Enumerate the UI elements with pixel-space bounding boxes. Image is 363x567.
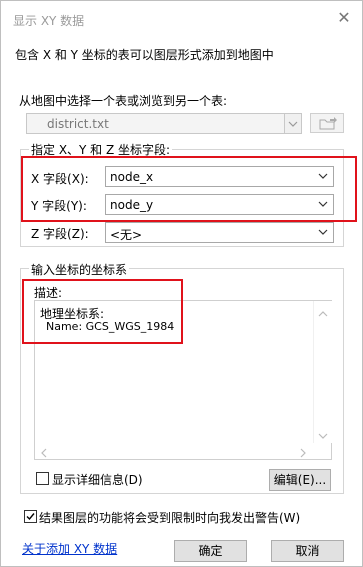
z-field-select[interactable]: <无> [105,222,334,243]
crs-group-title: 输入坐标的坐标系 [29,261,130,278]
table-section-label: 从地图中选择一个表或浏览到另一个表: [19,94,228,108]
open-folder-icon [318,116,338,134]
chevron-left-icon[interactable] [40,447,48,461]
z-field-label: Z 字段(Z): [31,227,89,241]
warning-checkbox[interactable] [24,510,37,523]
table-select[interactable]: district.txt [26,113,302,134]
z-field-value: <无> [110,228,143,242]
highlight-box-xy-fields [21,156,357,222]
add-xy-data-dialog: 显示 XY 数据 ✕ 包含 X 和 Y 坐标的表可以图层形式添加到地图中 从地图… [0,0,363,567]
highlight-box-description [22,279,183,344]
intro-text: 包含 X 和 Y 坐标的表可以图层形式添加到地图中 [15,48,274,62]
about-add-xy-link[interactable]: 关于添加 XY 数据 [22,540,117,557]
vertical-scrollbar[interactable] [313,301,332,443]
close-icon[interactable]: ✕ [336,10,352,26]
table-select-value: district.txt [47,117,109,131]
ok-button[interactable]: 确定 [174,540,247,562]
show-details-checkbox[interactable] [36,472,49,485]
chevron-up-icon[interactable] [318,307,328,321]
checkmark-icon [25,511,36,525]
window-title: 显示 XY 数据 [13,14,85,28]
show-details-label: 显示详细信息(D) [52,473,143,487]
chevron-down-icon [317,226,329,238]
warning-label: 结果图层的功能将会受到限制时向我发出警告(W) [39,511,301,525]
chevron-right-icon[interactable] [299,447,307,461]
chevron-down-icon [284,114,301,133]
edit-button[interactable]: 编辑(E)... [269,469,331,491]
cancel-button[interactable]: 取消 [271,540,344,562]
horizontal-scrollbar[interactable] [35,443,313,459]
chevron-down-icon[interactable] [318,429,328,443]
browse-button[interactable] [310,113,344,133]
title-bar: 显示 XY 数据 ✕ [1,1,362,35]
